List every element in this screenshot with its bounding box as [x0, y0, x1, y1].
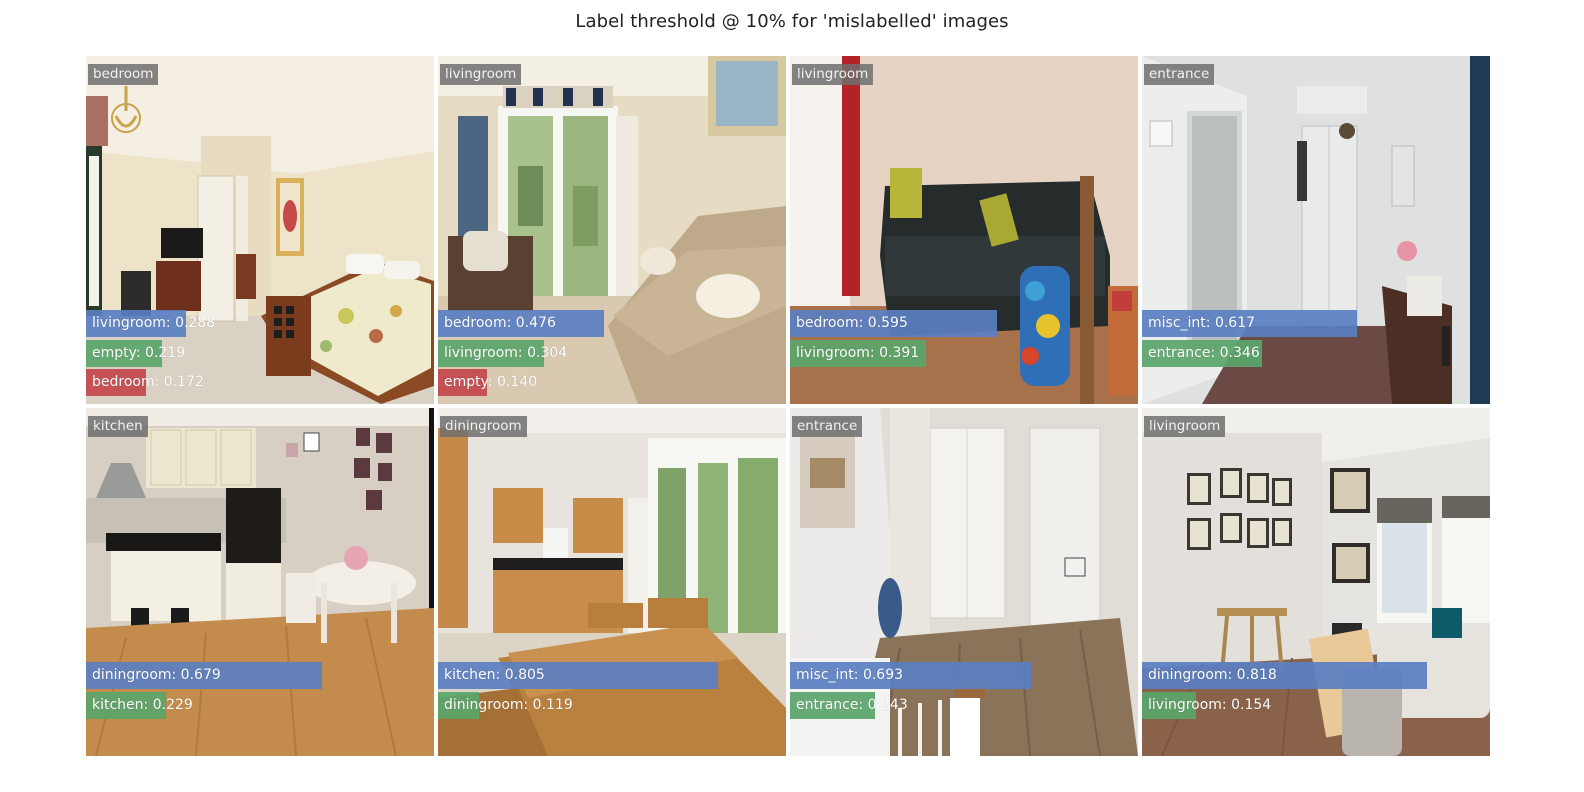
prediction-label: diningroom: 0.119	[444, 696, 573, 713]
image-tile-livingroom-sofa[interactable]: livingroom bedroom: 0.595 livingroom: 0.3…	[790, 56, 1138, 404]
prediction-label: livingroom: 0.304	[444, 344, 568, 361]
image-tile-bedroom[interactable]: bedroom livingroom: 0.288 empty: 0.219 bed…	[86, 56, 434, 404]
prediction-label: diningroom: 0.679	[92, 667, 221, 683]
image-tile-hallway[interactable]: entrance misc_int: 0.617 entrance: 0.346	[1142, 56, 1490, 404]
prediction-label: empty: 0.219	[92, 344, 186, 361]
true-label-badge: livingroom	[440, 64, 522, 85]
true-label-badge: livingroom	[1144, 416, 1226, 437]
image-tile-livingroom-window[interactable]: livingroom bedroom: 0.476 livingroom: 0.3…	[438, 56, 786, 404]
prediction-label: bedroom: 0.595	[796, 315, 908, 331]
prediction-label: misc_int: 0.617	[1148, 315, 1256, 331]
prediction-label: livingroom: 0.391	[796, 344, 920, 361]
image-tile-kitchen-table[interactable]: diningroom kitchen: 0.805 diningroom: 0.1…	[438, 408, 786, 756]
prediction-label: bedroom: 0.476	[444, 315, 556, 331]
prediction-label: misc_int: 0.693	[796, 667, 904, 683]
image-tile-livingroom-dining[interactable]: livingroom diningroom: 0.818 livingroom: …	[1142, 408, 1490, 756]
true-label-badge: entrance	[1144, 64, 1215, 85]
true-label-badge: livingroom	[792, 64, 874, 85]
true-label-badge: bedroom	[88, 64, 159, 85]
image-tile-entrance-stairs[interactable]: entrance misc_int: 0.693 entrance: 0.243	[790, 408, 1138, 756]
figure-title: Label threshold @ 10% for 'mislabelled' …	[575, 11, 1009, 32]
prediction-label: bedroom: 0.172	[92, 374, 204, 390]
prediction-label: entrance: 0.346	[1148, 344, 1260, 361]
prediction-label: empty: 0.140	[444, 374, 538, 390]
prediction-label: kitchen: 0.805	[444, 667, 545, 683]
true-label-badge: entrance	[792, 416, 863, 437]
true-label-badge: kitchen	[88, 416, 148, 437]
true-label-badge: diningroom	[440, 416, 527, 437]
prediction-label: livingroom: 0.288	[92, 315, 216, 331]
prediction-label: entrance: 0.243	[796, 696, 908, 713]
prediction-label: diningroom: 0.818	[1148, 667, 1277, 683]
image-tile-kitchen[interactable]: kitchen diningroom: 0.679 kitchen: 0.229	[86, 408, 434, 756]
prediction-label: livingroom: 0.154	[1148, 696, 1272, 713]
prediction-label: kitchen: 0.229	[92, 696, 193, 713]
image-grid: bedroom livingroom: 0.288 empty: 0.219 bed…	[86, 56, 1490, 756]
